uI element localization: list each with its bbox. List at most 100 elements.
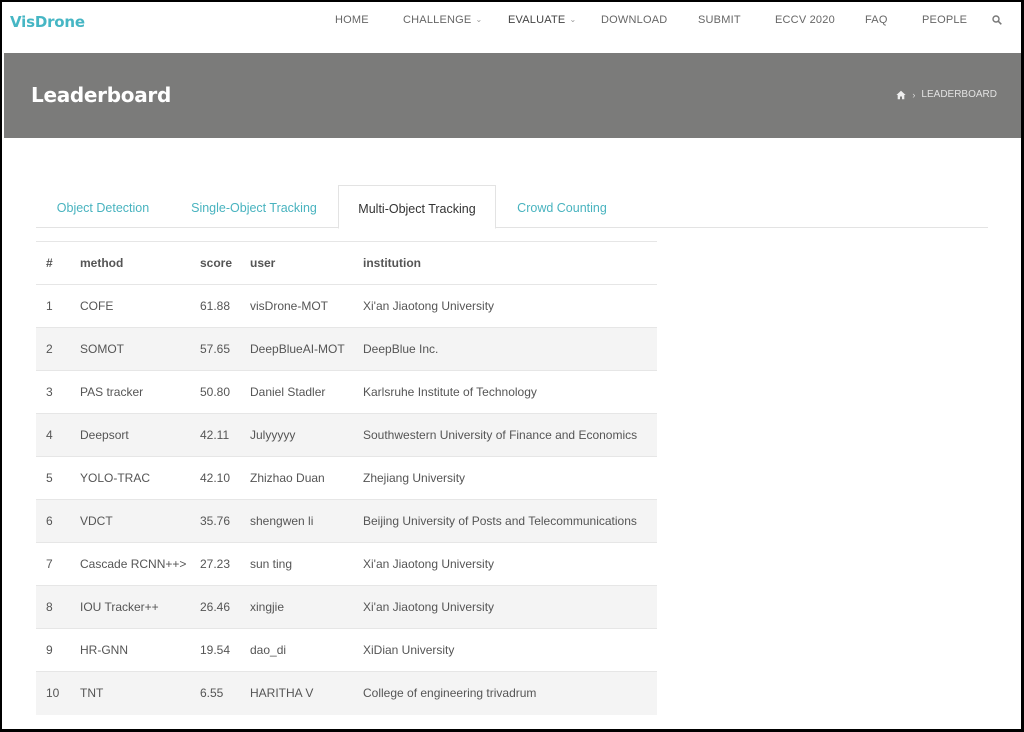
cell-rank: 9 xyxy=(36,628,80,672)
tab-object-detection[interactable]: Object Detection xyxy=(36,185,170,228)
cell-institution: Southwestern University of Finance and E… xyxy=(363,413,657,457)
cell-user: HARITHA V xyxy=(250,671,363,715)
leaderboard-table: # method score user institution 1 COFE 6… xyxy=(36,241,657,715)
cell-score: 42.11 xyxy=(200,413,250,457)
chevron-down-icon: ⌄ xyxy=(475,15,483,24)
table-row: 5 YOLO-TRAC 42.10 Zhizhao Duan Zhejiang … xyxy=(36,456,657,500)
nav-item-challenge[interactable]: CHALLENGE ⌄ xyxy=(403,14,482,26)
cell-method: TNT xyxy=(80,671,200,715)
table-row: 6 VDCT 35.76 shengwen li Beijing Univers… xyxy=(36,499,657,543)
cell-method: HR-GNN xyxy=(80,628,200,672)
column-header-user: user xyxy=(250,241,363,285)
table-row: 3 PAS tracker 50.80 Daniel Stadler Karls… xyxy=(36,370,657,414)
cell-score: 35.76 xyxy=(200,499,250,543)
cell-score: 42.10 xyxy=(200,456,250,500)
table-row: 1 COFE 61.88 visDrone-MOT Xi'an Jiaotong… xyxy=(36,284,657,328)
cell-score: 50.80 xyxy=(200,370,250,414)
breadcrumb: › LEADERBOARD xyxy=(896,89,997,100)
table-row: 7 Cascade RCNN++> 27.23 sun ting Xi'an J… xyxy=(36,542,657,586)
cell-rank: 1 xyxy=(36,284,80,328)
nav-item-label: CHALLENGE xyxy=(403,14,472,26)
cell-score: 57.65 xyxy=(200,327,250,371)
cell-institution: Karlsruhe Institute of Technology xyxy=(363,370,657,414)
nav-item-evaluate[interactable]: EVALUATE ⌄ xyxy=(508,14,576,26)
page-title: Leaderboard xyxy=(31,83,171,107)
cell-user: sun ting xyxy=(250,542,363,586)
cell-rank: 5 xyxy=(36,456,80,500)
nav-item-eccv-2020[interactable]: ECCV 2020 xyxy=(775,14,835,26)
cell-institution: Xi'an Jiaotong University xyxy=(363,585,657,629)
cell-user: Julyyyyy xyxy=(250,413,363,457)
cell-user: shengwen li xyxy=(250,499,363,543)
cell-rank: 4 xyxy=(36,413,80,457)
breadcrumb-current: LEADERBOARD xyxy=(921,89,997,100)
page-header-banner: Leaderboard › LEADERBOARD xyxy=(4,53,1021,138)
cell-method: VDCT xyxy=(80,499,200,543)
page: VisDrone HOME CHALLENGE ⌄ EVALUATE ⌄ DOWNL… xyxy=(2,2,1021,729)
nav-item-label: DOWNLOAD xyxy=(601,14,668,26)
cell-user: dao_di xyxy=(250,628,363,672)
nav-item-label: PEOPLE xyxy=(922,14,968,26)
tab-single-object-tracking[interactable]: Single-Object Tracking xyxy=(170,185,338,228)
table-header-row: # method score user institution xyxy=(36,241,657,285)
cell-rank: 8 xyxy=(36,585,80,629)
cell-method: PAS tracker xyxy=(80,370,200,414)
cell-score: 26.46 xyxy=(200,585,250,629)
cell-user: xingjie xyxy=(250,585,363,629)
table-row: 10 TNT 6.55 HARITHA V College of enginee… xyxy=(36,671,657,715)
nav-item-label: HOME xyxy=(335,14,369,26)
cell-method: Deepsort xyxy=(80,413,200,457)
cell-method: COFE xyxy=(80,284,200,328)
cell-rank: 6 xyxy=(36,499,80,543)
chevron-right-icon: › xyxy=(912,89,916,100)
search-icon[interactable] xyxy=(992,15,1002,25)
cell-institution: Beijing University of Posts and Telecomm… xyxy=(363,499,657,543)
cell-rank: 3 xyxy=(36,370,80,414)
nav-item-home[interactable]: HOME xyxy=(335,14,369,26)
nav-item-label: ECCV 2020 xyxy=(775,14,835,26)
cell-rank: 2 xyxy=(36,327,80,371)
column-header-rank: # xyxy=(36,241,80,285)
cell-score: 27.23 xyxy=(200,542,250,586)
tab-label: Multi-Object Tracking xyxy=(358,202,476,216)
table-row: 2 SOMOT 57.65 DeepBlueAI-MOT DeepBlue In… xyxy=(36,327,657,371)
cell-user: visDrone-MOT xyxy=(250,284,363,328)
nav-item-label: SUBMIT xyxy=(698,14,741,26)
cell-institution: Xi'an Jiaotong University xyxy=(363,542,657,586)
tab-label: Single-Object Tracking xyxy=(191,201,317,215)
cell-institution: College of engineering trivadrum xyxy=(363,671,657,715)
chevron-down-icon: ⌄ xyxy=(569,15,577,24)
column-header-score: score xyxy=(200,241,250,285)
home-icon[interactable] xyxy=(896,90,907,100)
leaderboard-tabs: Object Detection Single-Object Tracking … xyxy=(36,185,988,229)
tab-label: Crowd Counting xyxy=(517,201,607,215)
nav-item-faq[interactable]: FAQ xyxy=(865,14,888,26)
top-navbar: VisDrone HOME CHALLENGE ⌄ EVALUATE ⌄ DOWNL… xyxy=(2,2,1021,52)
cell-rank: 10 xyxy=(36,671,80,715)
table-row: 9 HR-GNN 19.54 dao_di XiDian University xyxy=(36,628,657,672)
tab-label: Object Detection xyxy=(56,201,150,215)
column-header-method: method xyxy=(80,241,200,285)
tab-crowd-counting[interactable]: Crowd Counting xyxy=(496,185,628,228)
cell-method: IOU Tracker++ xyxy=(80,585,200,629)
cell-user: DeepBlueAI-MOT xyxy=(250,327,363,371)
cell-method: SOMOT xyxy=(80,327,200,371)
cell-institution: Xi'an Jiaotong University xyxy=(363,284,657,328)
cell-institution: XiDian University xyxy=(363,628,657,672)
tab-multi-object-tracking[interactable]: Multi-Object Tracking xyxy=(338,185,496,229)
cell-method: YOLO-TRAC xyxy=(80,456,200,500)
nav-item-submit[interactable]: SUBMIT xyxy=(698,14,741,26)
cell-institution: Zhejiang University xyxy=(363,456,657,500)
nav-item-download[interactable]: DOWNLOAD xyxy=(601,14,667,26)
nav-item-label: FAQ xyxy=(865,14,888,26)
cell-user: Daniel Stadler xyxy=(250,370,363,414)
main-nav: HOME CHALLENGE ⌄ EVALUATE ⌄ DOWNLOAD SUBMI… xyxy=(2,2,1021,52)
cell-institution: DeepBlue Inc. xyxy=(363,327,657,371)
nav-item-people[interactable]: PEOPLE xyxy=(922,14,967,26)
cell-rank: 7 xyxy=(36,542,80,586)
cell-score: 19.54 xyxy=(200,628,250,672)
column-header-institution: institution xyxy=(363,241,657,285)
cell-score: 61.88 xyxy=(200,284,250,328)
table-row: 4 Deepsort 42.11 Julyyyyy Southwestern U… xyxy=(36,413,657,457)
cell-user: Zhizhao Duan xyxy=(250,456,363,500)
